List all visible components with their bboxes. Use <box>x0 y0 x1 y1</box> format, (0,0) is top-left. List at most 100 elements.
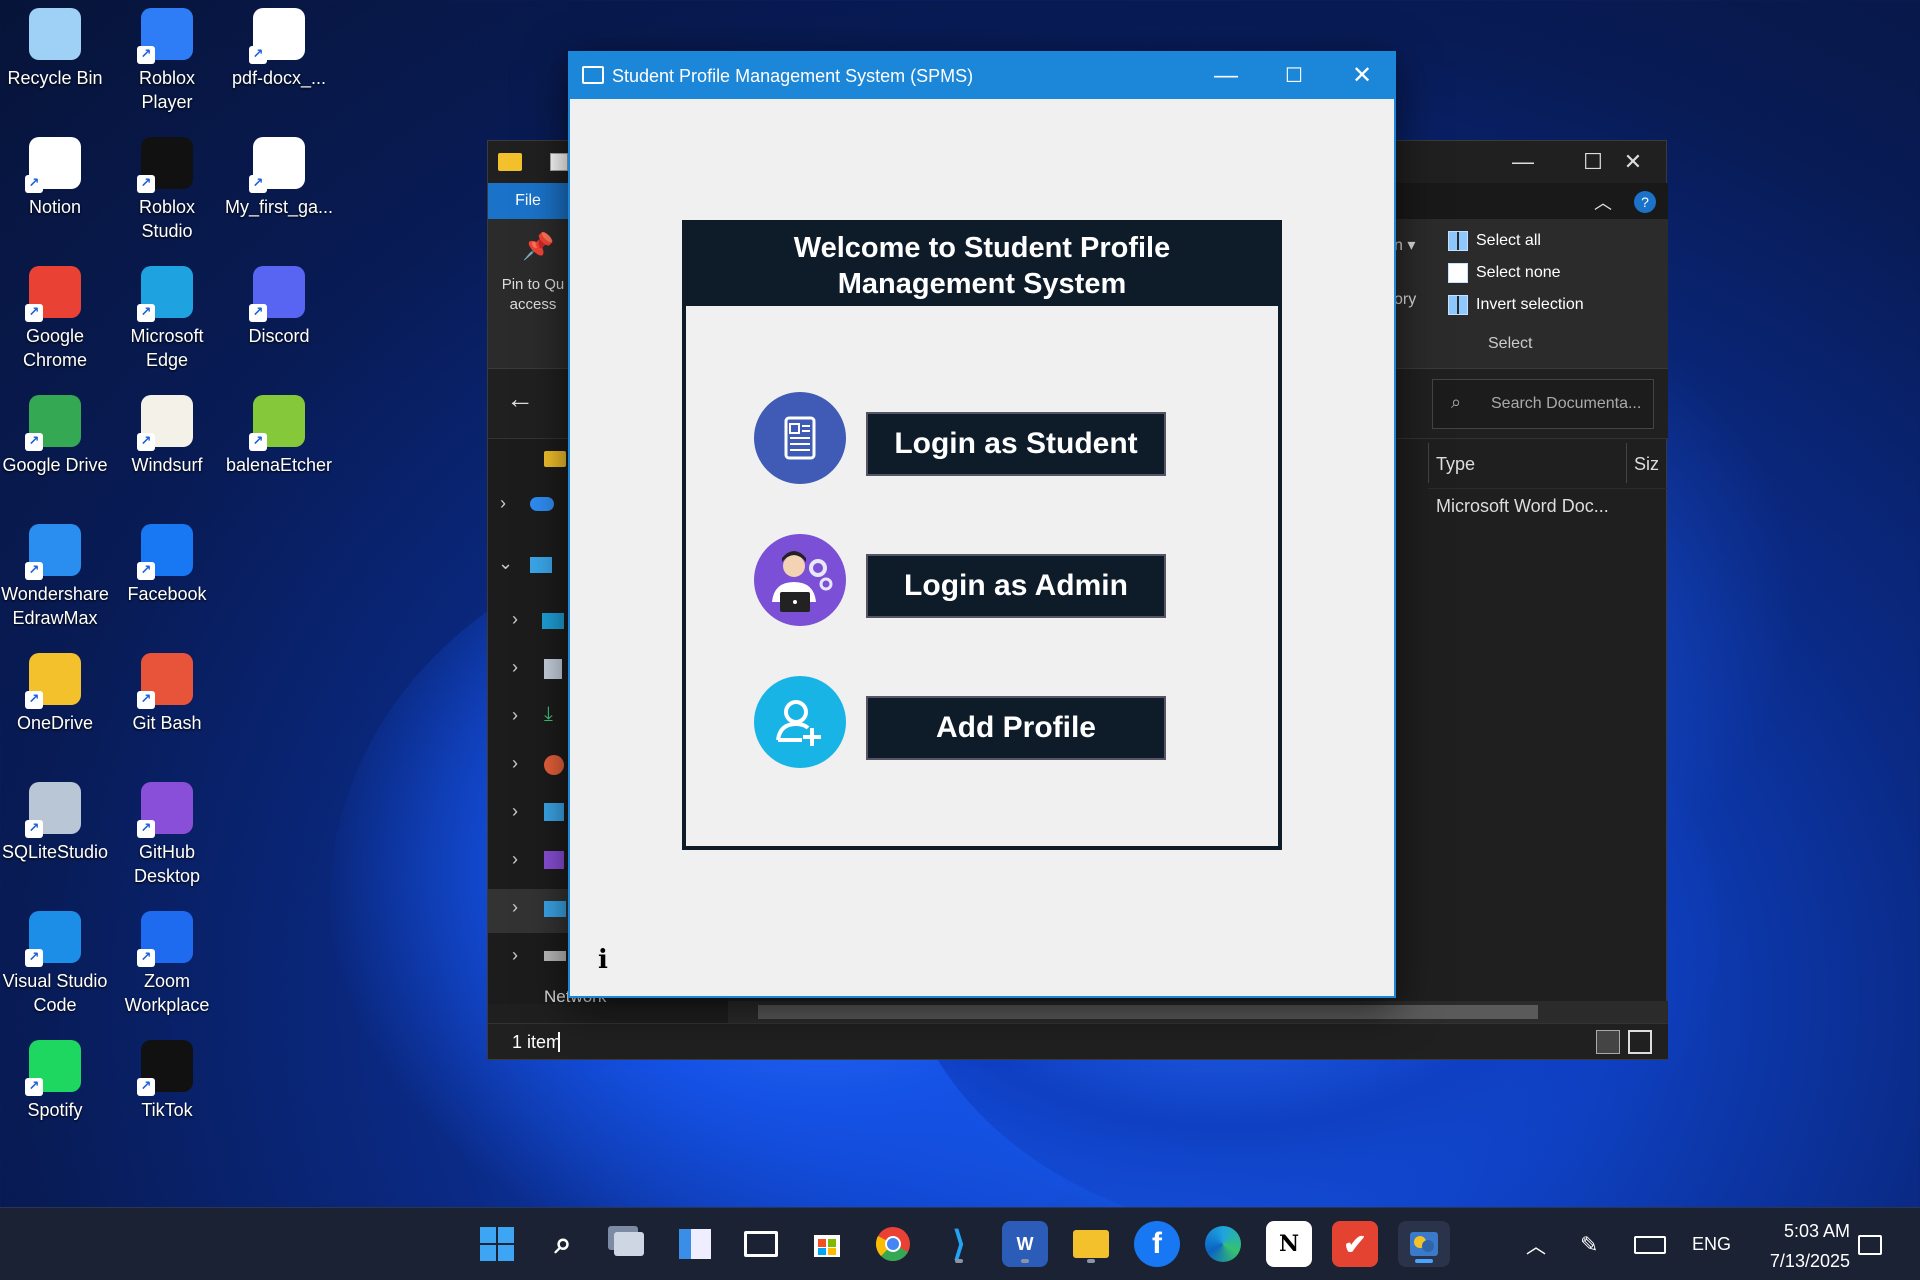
desktop-icon[interactable]: ↗ Windsurf <box>112 389 222 509</box>
file-explorer-icon[interactable] <box>1068 1221 1114 1267</box>
ribbon-partial-label[interactable]: n ▾ <box>1394 235 1415 255</box>
chevron-right-icon[interactable]: › <box>512 657 518 678</box>
maximize-button[interactable]: ☐ <box>1260 53 1328 99</box>
chevron-right-icon[interactable]: › <box>512 801 518 822</box>
chevron-right-icon[interactable]: › <box>512 705 518 726</box>
microsoft-store-icon[interactable] <box>804 1221 850 1267</box>
remote-desktop-icon[interactable] <box>738 1221 784 1267</box>
spms-title-bar[interactable]: Student Profile Management System (SPMS)… <box>570 53 1394 99</box>
desktop-icon[interactable]: ↗ Google Drive <box>0 389 110 509</box>
desktop-icon[interactable]: ↗ SQLiteStudio <box>0 776 110 896</box>
vscode-icon[interactable]: ⟩ <box>936 1221 982 1267</box>
shortcut-arrow-icon: ↗ <box>137 562 155 580</box>
search-input[interactable]: ⌕ Search Documenta... <box>1432 379 1654 429</box>
vscode-icon: ↗ <box>25 911 81 967</box>
facebook-icon[interactable]: f <box>1134 1221 1180 1267</box>
edge-icon[interactable] <box>1200 1221 1246 1267</box>
close-button[interactable]: ✕ <box>1328 53 1396 99</box>
notion-icon[interactable]: N <box>1266 1221 1312 1267</box>
shortcut-arrow-icon: ↗ <box>249 433 267 451</box>
todoist-icon[interactable]: ✔ <box>1332 1221 1378 1267</box>
horizontal-scrollbar[interactable] <box>728 1001 1668 1023</box>
tray-overflow-icon[interactable]: ︿ <box>1526 1208 1546 1280</box>
desktop-icon[interactable]: ↗ GitHub Desktop <box>112 776 222 896</box>
desktop-icon[interactable]: ↗ OneDrive <box>0 647 110 767</box>
desktop-icon[interactable]: ↗ Notion <box>0 131 110 251</box>
welcome-heading: Welcome to Student Profile Management Sy… <box>686 224 1278 306</box>
column-divider <box>1626 443 1627 483</box>
select-none-button[interactable]: Select none <box>1448 263 1561 283</box>
desktop-icon-label: OneDrive <box>16 713 94 733</box>
add-profile-button[interactable]: Add Profile <box>866 696 1166 760</box>
desktop-icon[interactable]: ↗ TikTok <box>112 1034 222 1154</box>
chevron-right-icon[interactable]: › <box>512 945 518 966</box>
desktop-icon[interactable]: ↗ Roblox Player <box>112 2 222 122</box>
large-icons-view-icon[interactable] <box>1628 1030 1652 1054</box>
invert-selection-button[interactable]: Invert selection <box>1448 295 1584 315</box>
ribbon-partial-label[interactable]: ory <box>1394 291 1416 309</box>
desktop-icon[interactable]: ↗ balenaEtcher <box>224 389 334 509</box>
file-icon: ↗ <box>249 8 305 64</box>
minimize-button[interactable]: — <box>1192 53 1260 99</box>
desktop-icon[interactable]: ↗ Spotify <box>0 1034 110 1154</box>
word-icon[interactable]: W <box>1002 1221 1048 1267</box>
desktop-icon[interactable]: ↗ Microsoft Edge <box>112 260 222 380</box>
desktop-icon-label: Recycle Bin <box>7 68 103 88</box>
desktop-icon[interactable]: Recycle Bin <box>0 2 110 122</box>
python-app-icon[interactable] <box>1398 1221 1450 1267</box>
chevron-right-icon[interactable]: › <box>512 753 518 774</box>
desktop-icon[interactable]: ↗ pdf-docx_... <box>224 2 334 122</box>
back-arrow-icon[interactable]: ← <box>506 383 534 415</box>
collapse-ribbon-icon[interactable]: ︿ <box>1594 189 1612 215</box>
shortcut-arrow-icon: ↗ <box>25 175 43 193</box>
admin-icon <box>754 534 846 626</box>
shortcut-arrow-icon: ↗ <box>137 175 155 193</box>
desktop-icon[interactable]: ↗ Wondershare EdrawMax <box>0 518 110 638</box>
pin-to-quick-access-button[interactable]: Pin to Qu access <box>496 275 570 315</box>
column-size[interactable]: Siz <box>1634 454 1659 475</box>
details-view-icon[interactable] <box>1596 1030 1620 1054</box>
desktop-icon[interactable]: ↗ Zoom Workplace <box>112 905 222 1025</box>
explorer-close-button[interactable]: ✕ <box>1598 141 1668 183</box>
select-group-label: Select <box>1488 335 1533 352</box>
select-all-button[interactable]: Select all <box>1448 231 1541 251</box>
chrome-icon[interactable] <box>870 1221 916 1267</box>
file-row-type[interactable]: Microsoft Word Doc... <box>1436 496 1609 517</box>
onedrive-icon: ↗ <box>25 653 81 709</box>
desktop-icon[interactable]: ↗ Git Bash <box>112 647 222 767</box>
spotify-icon: ↗ <box>25 1040 81 1096</box>
student-icon <box>754 392 846 484</box>
pictures-icon <box>544 803 564 821</box>
chevron-right-icon[interactable]: › <box>512 609 518 630</box>
desktop-icon[interactable]: ↗ Roblox Studio <box>112 131 222 251</box>
notifications-icon[interactable] <box>1858 1208 1882 1280</box>
widgets-icon[interactable] <box>672 1221 718 1267</box>
desktop-icon[interactable]: ↗ My_first_ga... <box>224 131 334 251</box>
column-type[interactable]: Type <box>1436 454 1475 475</box>
desktop-icon[interactable]: ↗ Discord <box>224 260 334 380</box>
info-icon[interactable]: i <box>598 945 608 975</box>
help-icon[interactable]: ? <box>1634 191 1656 213</box>
explorer-minimize-button[interactable]: — <box>1488 141 1558 183</box>
desktop-icon[interactable]: ↗ Google Chrome <box>0 260 110 380</box>
search-icon[interactable]: ⌕ <box>540 1221 586 1267</box>
start-button[interactable] <box>474 1221 520 1267</box>
login-student-button[interactable]: Login as Student <box>866 412 1166 476</box>
desktop-icon[interactable]: ↗ Visual Studio Code <box>0 905 110 1025</box>
keyboard-icon[interactable] <box>1634 1208 1666 1280</box>
clock[interactable]: 5:03 AM 7/13/2025 <box>1730 1216 1850 1276</box>
desktop-icon[interactable]: ↗ Facebook <box>112 518 222 638</box>
file-tab[interactable]: File <box>488 183 568 219</box>
login-admin-button[interactable]: Login as Admin <box>866 554 1166 618</box>
language-indicator[interactable]: ENG <box>1692 1208 1731 1280</box>
chevron-right-icon[interactable]: › <box>512 897 518 918</box>
pen-icon[interactable]: ✎ <box>1580 1208 1598 1280</box>
drive-icon <box>544 901 566 917</box>
scrollbar-thumb[interactable] <box>758 1005 1538 1019</box>
spms-window[interactable]: Student Profile Management System (SPMS)… <box>568 51 1396 998</box>
desktop-icon-label: Roblox Studio <box>138 197 196 241</box>
chevron-right-icon[interactable]: › <box>512 849 518 870</box>
chevron-down-icon[interactable]: ⌄ <box>498 553 513 574</box>
chevron-right-icon[interactable]: › <box>500 493 506 514</box>
task-view-icon[interactable] <box>606 1221 652 1267</box>
